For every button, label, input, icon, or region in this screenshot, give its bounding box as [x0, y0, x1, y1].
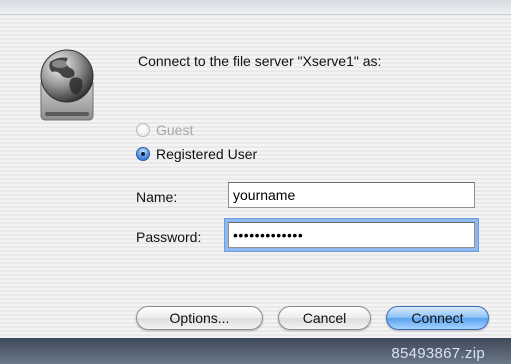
registered-user-option[interactable]: Registered User — [136, 146, 257, 162]
dialog-top-edge — [0, 0, 511, 15]
registered-user-label: Registered User — [156, 146, 258, 162]
password-field[interactable] — [228, 222, 475, 248]
connect-dialog: Connect to the file server "Xserve1" as:… — [0, 0, 511, 338]
desktop-file-label[interactable]: 85493867.zip — [391, 345, 485, 362]
name-label: Name: — [136, 189, 178, 205]
password-label: Password: — [136, 229, 202, 245]
cancel-button[interactable]: Cancel — [278, 306, 371, 330]
name-field[interactable] — [228, 182, 475, 208]
connect-prompt: Connect to the file server "Xserve1" as: — [138, 53, 382, 69]
options-button[interactable]: Options... — [136, 306, 263, 330]
globe-server-icon — [36, 48, 98, 124]
guest-radio[interactable] — [136, 123, 150, 137]
guest-option[interactable]: Guest — [136, 122, 193, 138]
guest-label: Guest — [156, 122, 194, 138]
registered-user-radio[interactable] — [136, 147, 150, 161]
connect-button[interactable]: Connect — [386, 306, 489, 330]
